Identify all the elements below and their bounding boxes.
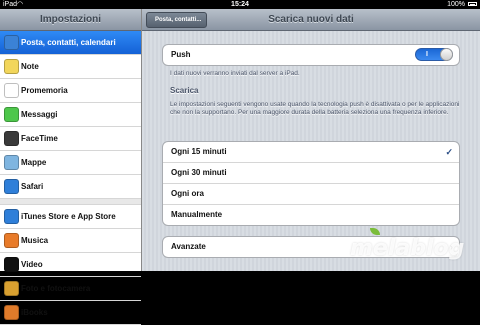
sidebar-item[interactable]: Posta, contatti, calendari bbox=[0, 31, 141, 55]
sidebar-item[interactable]: Mappe bbox=[0, 151, 141, 175]
scarica-note: Le impostazioni seguenti vengono usate q… bbox=[170, 101, 460, 116]
advanced-label: Avanzate bbox=[171, 242, 206, 251]
toggle-on-label: I bbox=[426, 51, 428, 58]
push-cell: Push I bbox=[163, 45, 459, 65]
fetch-option-label: Ogni 15 minuti bbox=[171, 147, 227, 156]
watermark-text: melablog bbox=[350, 236, 465, 261]
sidebar-item-label: Messaggi bbox=[21, 110, 58, 119]
fetch-option-label: Ogni 30 minuti bbox=[171, 168, 227, 177]
music-icon bbox=[4, 233, 19, 248]
sidebar-list: Posta, contatti, calendari Note Promemoria… bbox=[0, 31, 141, 325]
sidebar-item-label: Promemoria bbox=[21, 86, 68, 95]
maps-icon bbox=[4, 155, 19, 170]
sidebar-item[interactable]: iTunes Store e App Store bbox=[0, 205, 141, 229]
battery-icon bbox=[468, 2, 477, 6]
fetch-option[interactable]: Ogni ora bbox=[163, 184, 459, 205]
detail-navbar: Posta, contatti... Scarica nuovi dati bbox=[142, 9, 480, 31]
video-icon bbox=[4, 257, 19, 272]
battery-percent: 100% bbox=[447, 1, 465, 8]
sidebar-item[interactable]: Foto e fotocamera bbox=[0, 277, 141, 301]
status-bar: iPad ◠ 15:24 100% bbox=[0, 0, 480, 9]
appstore-icon bbox=[4, 209, 19, 224]
toggle-knob[interactable] bbox=[440, 48, 453, 61]
sidebar-item[interactable]: Note bbox=[0, 55, 141, 79]
sidebar-title: Impostazioni bbox=[0, 9, 141, 31]
sidebar-item[interactable]: FaceTime bbox=[0, 127, 141, 151]
photos-icon bbox=[4, 281, 19, 296]
watermark-logo: melablog bbox=[350, 228, 478, 268]
leaf-icon bbox=[370, 228, 380, 235]
page-title: Scarica nuovi dati bbox=[268, 14, 354, 25]
sidebar-item-label: Mappe bbox=[21, 158, 47, 167]
sidebar-item[interactable]: Messaggi bbox=[0, 103, 141, 127]
settings-sidebar: Impostazioni Posta, contatti, calendari N… bbox=[0, 9, 142, 325]
sidebar-item-label: iBooks bbox=[21, 308, 48, 317]
sidebar-item[interactable]: Video bbox=[0, 253, 141, 277]
sidebar-item[interactable]: iBooks bbox=[0, 301, 141, 325]
mail-icon bbox=[4, 35, 19, 50]
scarica-header: Scarica bbox=[170, 86, 199, 95]
push-group: Push I bbox=[162, 44, 460, 66]
fetch-option-label: Ogni ora bbox=[171, 189, 204, 198]
checkmark-icon: ✓ bbox=[445, 147, 453, 157]
sidebar-item-label: Musica bbox=[21, 236, 49, 245]
sidebar-item[interactable]: Safari bbox=[0, 175, 141, 199]
sidebar-item-label: FaceTime bbox=[21, 134, 58, 143]
sidebar-item[interactable]: Promemoria bbox=[0, 79, 141, 103]
sidebar-item-label: Video bbox=[21, 260, 43, 269]
fetch-options-group: Ogni 15 minuti ✓ Ogni 30 minuti Ogni ora Man… bbox=[162, 141, 460, 226]
sidebar-item-label: Posta, contatti, calendari bbox=[21, 38, 116, 47]
fetch-option[interactable]: Manualmente bbox=[163, 205, 459, 225]
facetime-icon bbox=[4, 131, 19, 146]
status-time: 15:24 bbox=[231, 1, 249, 8]
push-note: I dati nuovi verranno inviati dal server… bbox=[170, 70, 300, 77]
fetch-option-label: Manualmente bbox=[171, 210, 223, 219]
reminders-icon bbox=[4, 83, 19, 98]
fetch-option[interactable]: Ogni 30 minuti bbox=[163, 163, 459, 184]
ibooks-icon bbox=[4, 305, 19, 320]
sidebar-item-label: iTunes Store e App Store bbox=[21, 212, 116, 221]
safari-icon bbox=[4, 179, 19, 194]
sidebar-item[interactable]: Musica bbox=[0, 229, 141, 253]
sidebar-item-label: Foto e fotocamera bbox=[21, 284, 91, 293]
push-label: Push bbox=[171, 50, 191, 59]
push-toggle[interactable]: I bbox=[415, 48, 453, 61]
messages-icon bbox=[4, 107, 19, 122]
fetch-option[interactable]: Ogni 15 minuti ✓ bbox=[163, 142, 459, 163]
sidebar-item-label: Note bbox=[21, 62, 39, 71]
sidebar-item-label: Safari bbox=[21, 182, 44, 191]
notes-icon bbox=[4, 59, 19, 74]
